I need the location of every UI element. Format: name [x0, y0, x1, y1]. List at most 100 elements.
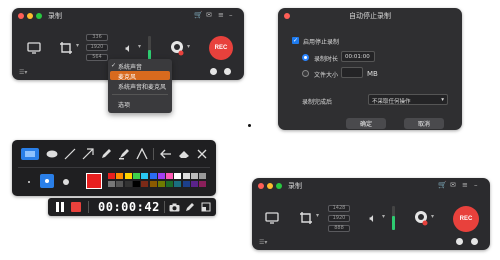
ok-button[interactable]: 确定 [346, 118, 386, 129]
speaker-icon[interactable]: 🔈︎ [364, 209, 382, 227]
duration-radio[interactable] [302, 54, 309, 61]
rec-button[interactable]: REC [453, 206, 479, 232]
screen-icon[interactable] [24, 40, 44, 56]
schedule-icon[interactable] [210, 68, 217, 75]
chat-icon[interactable]: ✉ [450, 181, 456, 189]
crop-chevron-icon[interactable]: ▾ [316, 212, 319, 219]
webcam-icon[interactable] [412, 209, 430, 227]
zoom-window-button[interactable] [36, 13, 42, 19]
palette-swatch[interactable] [199, 181, 207, 187]
pencil-icon[interactable] [98, 148, 114, 160]
cart-icon[interactable]: 🛒 [194, 11, 203, 19]
palette-swatch[interactable] [116, 173, 124, 179]
speaker-chevron-icon[interactable]: ▾ [382, 213, 385, 220]
brush-size-large[interactable] [63, 179, 69, 185]
cart-icon[interactable]: 🛒 [438, 181, 447, 189]
line-icon[interactable] [62, 148, 78, 160]
current-color-swatch[interactable] [86, 173, 102, 189]
close-icon[interactable] [194, 148, 210, 160]
webcam-chevron-icon[interactable]: ▾ [431, 213, 434, 220]
palette-swatch[interactable] [132, 173, 140, 179]
menu-item-microphone[interactable]: 麦克风 [118, 72, 136, 81]
palette-swatch[interactable] [157, 173, 165, 179]
width-field[interactable]: 1428 [328, 205, 350, 212]
camera-icon[interactable] [168, 201, 180, 213]
speaker-chevron-icon[interactable]: ▾ [138, 43, 141, 50]
zoom-window2-button[interactable] [276, 183, 282, 189]
enable-stop-checkbox[interactable]: ✓ [292, 37, 299, 44]
palette-swatch[interactable] [124, 173, 132, 179]
palette-swatch[interactable] [141, 173, 149, 179]
palette-swatch[interactable] [166, 173, 174, 179]
width-field[interactable]: 336 [86, 34, 108, 41]
chat-icon[interactable]: ✉ [206, 11, 212, 19]
palette-swatch[interactable] [174, 173, 182, 179]
highlighter-icon[interactable] [116, 148, 132, 160]
options-menu-icon[interactable]: ☰▾ [259, 239, 267, 246]
after-action-select[interactable]: 不采取任何操作 ▾ [368, 94, 448, 105]
brush-size-medium[interactable] [40, 174, 54, 188]
palette-swatch[interactable] [149, 181, 157, 187]
palette-swatch[interactable] [124, 181, 132, 187]
schedule-icon[interactable] [456, 238, 463, 245]
undo-icon[interactable] [158, 148, 174, 160]
palette-swatch[interactable] [191, 173, 198, 179]
rec-button[interactable]: REC [209, 36, 233, 60]
crop-chevron-icon[interactable]: ▾ [76, 42, 79, 49]
menu-check-icon: ✓ [111, 62, 117, 69]
stop-icon[interactable] [71, 202, 81, 212]
arrow-icon[interactable] [80, 148, 96, 160]
minimize-window-button[interactable] [27, 13, 33, 19]
auto-stop-dialog: 自动停止录制 ✓ 启用停止录制 录制时长 00:01:00 文件大小 MB 录制… [278, 8, 462, 130]
palette-swatch[interactable] [199, 173, 207, 179]
menu-item-system-sound[interactable]: 系统声音 [118, 62, 142, 71]
auto-stop-icon[interactable] [471, 238, 478, 245]
audio-source-menu: ✓ 系统声音 麦克风 系统声音和麦克风 选项 [108, 59, 172, 113]
minimize-window2-button[interactable] [267, 183, 273, 189]
eraser-icon[interactable] [176, 148, 192, 160]
palette-swatch[interactable] [108, 173, 115, 179]
auto-stop-icon[interactable] [224, 68, 231, 75]
minimize-icon[interactable]: – [474, 181, 478, 189]
text-icon[interactable] [134, 148, 150, 160]
duration-input[interactable]: 00:01:00 [341, 51, 375, 62]
palette-swatch[interactable] [182, 181, 190, 187]
close-window2-button[interactable] [258, 183, 264, 189]
resolution-field[interactable]: 1920 [328, 215, 350, 222]
speaker-icon[interactable]: 🔈︎ [120, 39, 138, 57]
palette-swatch[interactable] [108, 181, 115, 187]
screen-icon[interactable] [262, 210, 282, 226]
filesize-input[interactable] [341, 67, 363, 78]
resolution-field[interactable]: 1920 [86, 44, 108, 51]
palette-swatch[interactable] [182, 173, 190, 179]
minimize-icon[interactable]: – [229, 11, 233, 19]
menu-icon[interactable]: ≡ [218, 11, 224, 19]
pause-icon[interactable] [55, 202, 65, 212]
height-field[interactable]: 564 [86, 54, 108, 61]
crop-icon[interactable] [56, 38, 76, 58]
webcam-icon[interactable] [168, 39, 186, 57]
height-field[interactable]: 888 [328, 225, 350, 232]
palette-swatch[interactable] [141, 181, 149, 187]
options-menu-icon[interactable]: ☰▾ [19, 69, 27, 76]
crop-icon[interactable] [296, 208, 316, 228]
palette-swatch[interactable] [157, 181, 165, 187]
palette-swatch[interactable] [166, 181, 174, 187]
palette-swatch[interactable] [191, 181, 198, 187]
menu-icon[interactable]: ≡ [462, 181, 468, 189]
rectangle-icon[interactable] [21, 148, 39, 160]
pen-icon[interactable] [184, 201, 196, 213]
palette-swatch[interactable] [149, 173, 157, 179]
brush-size-small[interactable] [28, 181, 30, 183]
palette-swatch[interactable] [132, 181, 140, 187]
palette-swatch[interactable] [174, 181, 182, 187]
close-window-button[interactable] [18, 13, 24, 19]
ellipse-icon[interactable] [44, 148, 60, 160]
cancel-button[interactable]: 取消 [404, 118, 444, 129]
menu-item-options[interactable]: 选项 [118, 100, 130, 109]
palette-swatch[interactable] [116, 181, 124, 187]
menu-item-system-and-mic[interactable]: 系统声音和麦克风 [118, 82, 166, 91]
collapse-icon[interactable] [200, 201, 212, 213]
filesize-radio[interactable] [302, 70, 309, 77]
webcam-chevron-icon[interactable]: ▾ [187, 43, 190, 50]
